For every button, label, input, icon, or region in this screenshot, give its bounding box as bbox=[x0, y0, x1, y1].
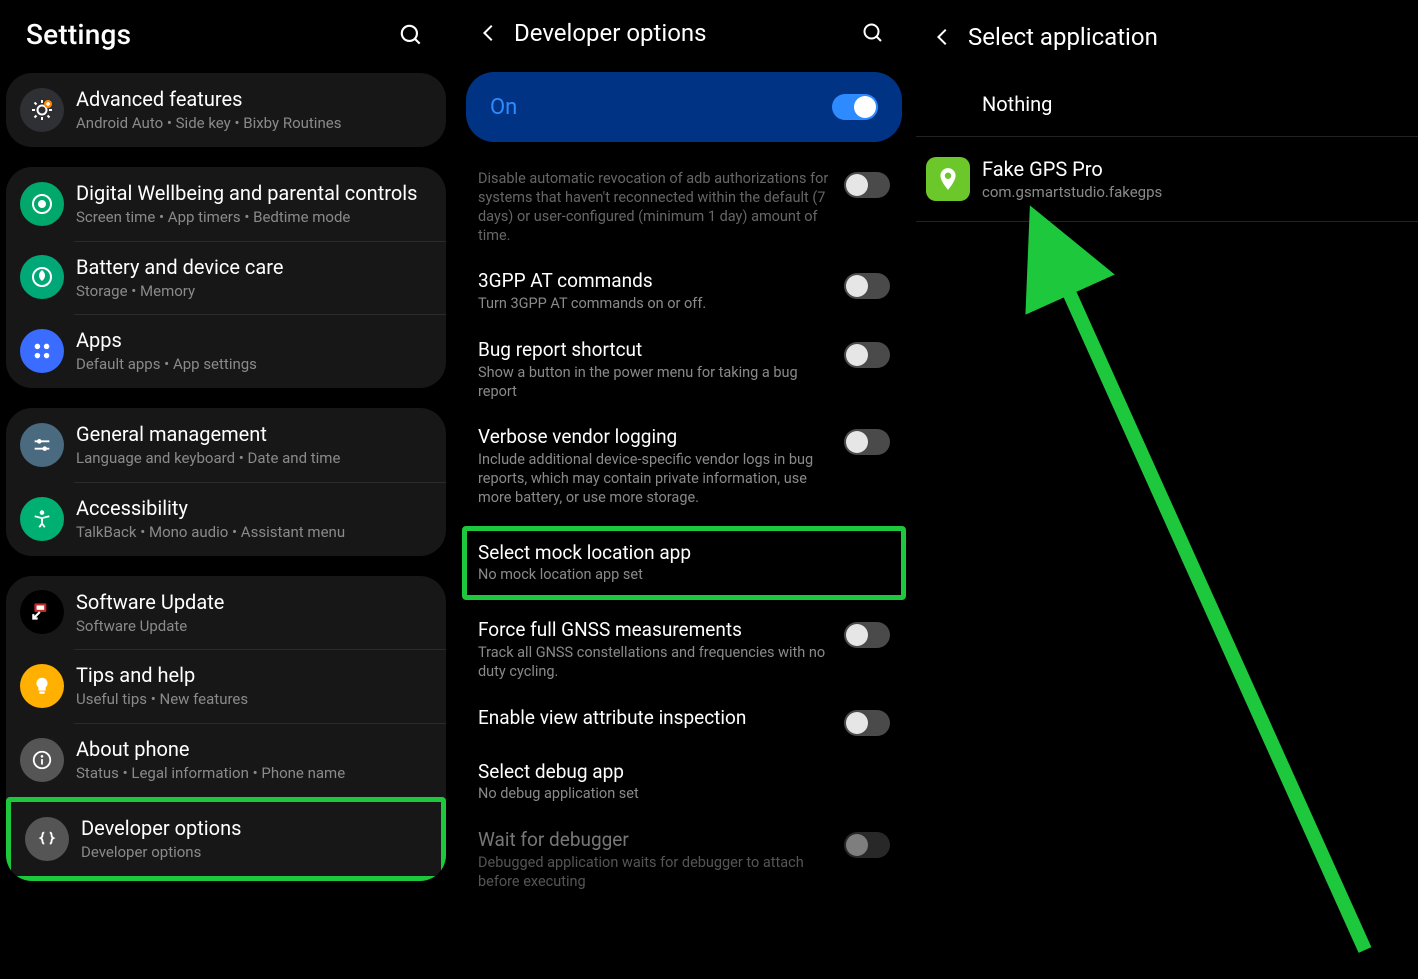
app-item-fake-gps-pro[interactable]: Fake GPS Pro com.gsmartstudio.fakegps bbox=[916, 137, 1418, 222]
settings-item-developer-options[interactable]: Developer options Developer options bbox=[6, 797, 446, 881]
item-subtitle: Language and keyboard • Date and time bbox=[76, 449, 426, 468]
app-item-nothing[interactable]: Nothing bbox=[916, 72, 1418, 137]
app-package: com.gsmartstudio.fakegps bbox=[982, 183, 1398, 201]
option-title: Select debug app bbox=[478, 760, 890, 784]
braces-icon bbox=[25, 817, 69, 861]
update-icon bbox=[20, 590, 64, 634]
dev-option-adb-timeout[interactable]: Disable automatic revocation of adb auth… bbox=[462, 156, 906, 257]
item-subtitle: Default apps • App settings bbox=[76, 355, 426, 374]
settings-item-apps[interactable]: Apps Default apps • App settings bbox=[6, 314, 446, 388]
toggle[interactable] bbox=[844, 342, 890, 368]
item-subtitle: Software Update bbox=[76, 617, 426, 636]
option-title: Verbose vendor logging bbox=[478, 425, 832, 449]
item-subtitle: TalkBack • Mono audio • Assistant menu bbox=[76, 523, 426, 542]
dev-master-toggle-row[interactable]: On bbox=[466, 72, 902, 142]
search-icon[interactable] bbox=[396, 20, 426, 50]
settings-item-tips-and-help[interactable]: Tips and help Useful tips • New features bbox=[6, 649, 446, 723]
item-title: Advanced features bbox=[76, 87, 426, 112]
option-title: 3GPP AT commands bbox=[478, 269, 832, 293]
dev-option-wait-for-debugger[interactable]: Wait for debuggerDebugged application wa… bbox=[462, 816, 906, 903]
item-subtitle: Storage • Memory bbox=[76, 282, 426, 301]
select-application-pane: Select application Nothing Fake GPS Pro co… bbox=[916, 0, 1418, 979]
toggle[interactable] bbox=[844, 273, 890, 299]
item-title: Tips and help bbox=[76, 663, 426, 688]
pin-icon bbox=[926, 157, 970, 201]
gear-plus-icon bbox=[20, 88, 64, 132]
item-title: Apps bbox=[76, 328, 426, 353]
dev-option-select-mock-location-app[interactable]: Select mock location appNo mock location… bbox=[462, 526, 906, 601]
option-subtitle: Show a button in the power menu for taki… bbox=[478, 364, 832, 402]
dev-option-force-full-gnss-measurements[interactable]: Force full GNSS measurementsTrack all GN… bbox=[462, 606, 906, 693]
dev-header: Developer options bbox=[462, 0, 906, 72]
back-icon[interactable] bbox=[926, 20, 960, 54]
option-subtitle: No debug application set bbox=[478, 785, 890, 804]
dev-option-select-debug-app[interactable]: Select debug appNo debug application set bbox=[462, 748, 906, 817]
toggle[interactable] bbox=[844, 172, 890, 198]
app-title: Fake GPS Pro bbox=[982, 157, 1398, 181]
developer-options-pane: Developer options On Disable automatic r… bbox=[462, 0, 906, 979]
back-icon[interactable] bbox=[472, 16, 506, 50]
option-subtitle: No mock location app set bbox=[478, 566, 890, 585]
item-subtitle: Screen time • App timers • Bedtime mode bbox=[76, 208, 426, 227]
option-subtitle: Include additional device-specific vendo… bbox=[478, 451, 832, 508]
item-title: Battery and device care bbox=[76, 255, 426, 280]
toggle[interactable] bbox=[844, 429, 890, 455]
item-title: Accessibility bbox=[76, 496, 426, 521]
option-title: Wait for debugger bbox=[478, 828, 832, 852]
settings-item-general-management[interactable]: General management Language and keyboard … bbox=[6, 408, 446, 482]
item-title: About phone bbox=[76, 737, 426, 762]
select-app-title: Select application bbox=[968, 23, 1400, 51]
option-title: Bug report shortcut bbox=[478, 338, 832, 362]
battery-icon bbox=[20, 255, 64, 299]
settings-item-digital-wellbeing-and-parental-controls[interactable]: Digital Wellbeing and parental controls S… bbox=[6, 167, 446, 241]
item-subtitle: Useful tips • New features bbox=[76, 690, 426, 709]
dev-option-enable-view-attribute-inspection[interactable]: Enable view attribute inspection bbox=[462, 694, 906, 748]
option-subtitle: Disable automatic revocation of adb auth… bbox=[478, 170, 832, 245]
settings-pane: Settings Advanced features Android Auto •… bbox=[0, 0, 452, 979]
search-icon[interactable] bbox=[858, 18, 888, 48]
item-title: Software Update bbox=[76, 590, 426, 615]
option-title: Select mock location app bbox=[478, 541, 890, 565]
settings-header: Settings bbox=[0, 0, 452, 73]
accessibility-icon bbox=[20, 497, 64, 541]
toggle bbox=[844, 832, 890, 858]
dev-title: Developer options bbox=[514, 19, 858, 47]
info-icon bbox=[20, 738, 64, 782]
option-subtitle: Turn 3GPP AT commands on or off. bbox=[478, 295, 832, 314]
settings-item-accessibility[interactable]: Accessibility TalkBack • Mono audio • Ass… bbox=[6, 482, 446, 556]
select-app-header: Select application bbox=[916, 0, 1418, 72]
settings-item-about-phone[interactable]: About phone Status • Legal information • … bbox=[6, 723, 446, 797]
settings-item-software-update[interactable]: Software Update Software Update bbox=[6, 576, 446, 650]
option-title: Force full GNSS measurements bbox=[478, 618, 832, 642]
bulb-icon bbox=[20, 664, 64, 708]
dev-option-3gpp-at-commands[interactable]: 3GPP AT commands Turn 3GPP AT commands on… bbox=[462, 257, 906, 326]
toggle[interactable] bbox=[844, 622, 890, 648]
wellbeing-icon bbox=[20, 182, 64, 226]
settings-title: Settings bbox=[26, 18, 131, 51]
sliders-icon bbox=[20, 423, 64, 467]
dev-option-verbose-vendor-logging[interactable]: Verbose vendor loggingInclude additional… bbox=[462, 413, 906, 519]
option-title: Enable view attribute inspection bbox=[478, 706, 832, 730]
item-title: General management bbox=[76, 422, 426, 447]
dev-option-bug-report-shortcut[interactable]: Bug report shortcutShow a button in the … bbox=[462, 326, 906, 413]
item-title: Developer options bbox=[81, 816, 421, 841]
item-title: Digital Wellbeing and parental controls bbox=[76, 181, 426, 206]
on-label: On bbox=[490, 95, 517, 120]
option-subtitle: Debugged application waits for debugger … bbox=[478, 854, 832, 892]
toggle[interactable] bbox=[844, 710, 890, 736]
master-toggle[interactable] bbox=[832, 94, 878, 120]
app-title: Nothing bbox=[982, 92, 1398, 116]
settings-item-battery-and-device-care[interactable]: Battery and device care Storage • Memory bbox=[6, 241, 446, 315]
option-subtitle: Track all GNSS constellations and freque… bbox=[478, 644, 832, 682]
settings-item-advanced-features[interactable]: Advanced features Android Auto • Side key… bbox=[6, 73, 446, 147]
item-subtitle: Android Auto • Side key • Bixby Routines bbox=[76, 114, 426, 133]
item-subtitle: Developer options bbox=[81, 843, 421, 862]
item-subtitle: Status • Legal information • Phone name bbox=[76, 764, 426, 783]
apps-icon bbox=[20, 329, 64, 373]
